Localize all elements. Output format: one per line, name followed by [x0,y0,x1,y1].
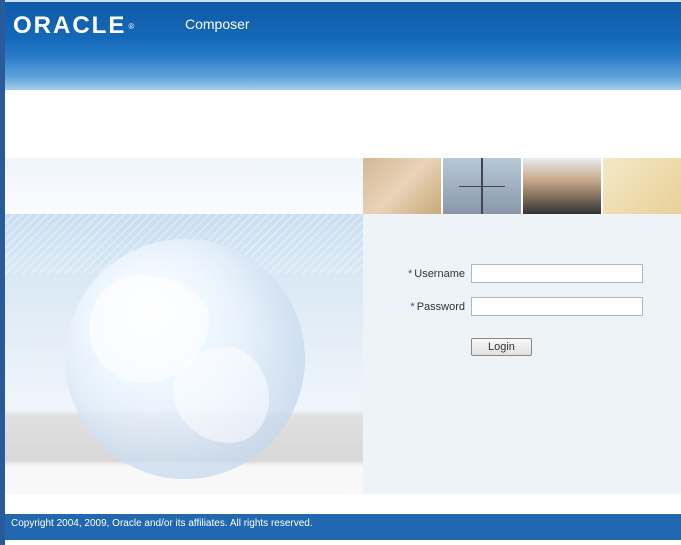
banner-image-2 [443,158,521,214]
password-label-text: Password [417,301,465,313]
login-form: *Username *Password Login [363,214,681,494]
password-label: *Password [393,301,471,313]
globe-graphic [65,239,305,479]
banner-image-3 [523,158,601,214]
login-spacer [393,338,471,356]
login-row: Login [393,338,661,356]
banner-image-4 [603,158,681,214]
banner-image-1 [363,158,441,214]
product-title: Composer [185,16,250,32]
required-mark: * [408,268,412,280]
header: ORACLE ® Composer [5,0,681,90]
oracle-logo: ORACLE ® [13,12,134,40]
banner-row [5,158,681,214]
username-input[interactable] [471,264,643,283]
banner-images [363,158,681,214]
password-input[interactable] [471,297,643,316]
registered-mark: ® [128,22,134,31]
banner-left-spacer [5,158,363,214]
brand-text: ORACLE [13,12,126,40]
bottom-spacer [5,494,681,514]
username-row: *Username [393,264,661,283]
globe-panel [5,214,363,494]
login-button[interactable]: Login [471,338,532,356]
main-area: *Username *Password Login [5,214,681,494]
copyright-text: Copyright 2004, 2009, Oracle and/or its … [11,518,313,529]
header-spacer [5,90,681,158]
password-row: *Password [393,297,661,316]
username-label-text: Username [414,268,465,280]
required-mark: * [410,301,414,313]
username-label: *Username [393,268,471,280]
footer: Copyright 2004, 2009, Oracle and/or its … [5,514,681,540]
